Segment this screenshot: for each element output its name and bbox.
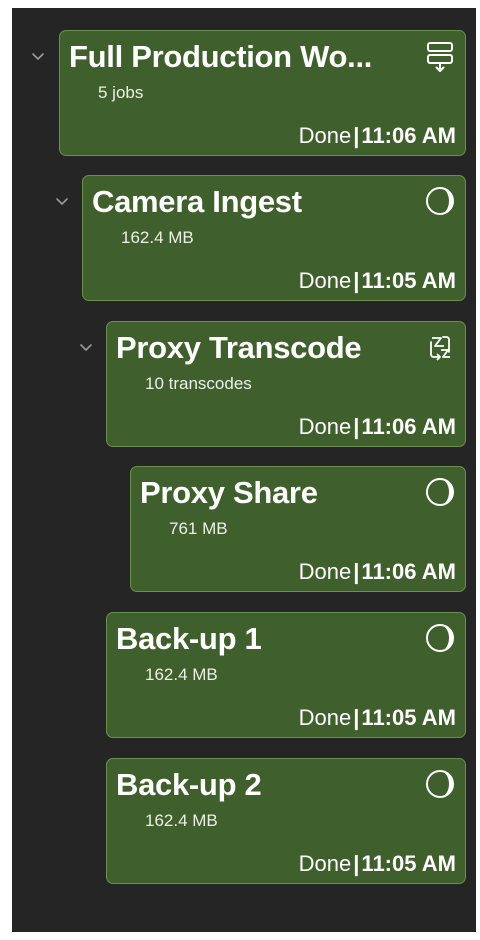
job-list-panel: Full Production Wo... 5 jobs Done|11:06 … (12, 8, 476, 932)
job-subtitle: 10 transcodes (145, 374, 252, 393)
job-title: Full Production Wo... (69, 39, 373, 74)
job-row-proxy-transcode: Proxy Transcode 10 transcodes Done|11:06… (78, 321, 466, 451)
job-status: Done|11:05 AM (299, 705, 456, 731)
job-row-backup-1: Back-up 1 162.4 MB Done|11:05 AM (102, 612, 466, 742)
status-separator: | (353, 414, 360, 439)
status-separator: | (353, 705, 360, 730)
job-subtitle: 162.4 MB (145, 665, 218, 684)
job-title: Proxy Share (140, 475, 318, 510)
job-title: Back-up 1 (116, 621, 262, 656)
job-status: Done|11:06 AM (299, 414, 456, 440)
status-time: 11:05 AM (361, 705, 456, 730)
status-separator: | (353, 559, 360, 584)
complete-circle-icon (423, 767, 457, 801)
status-time: 11:06 AM (361, 559, 456, 584)
status-label: Done (298, 559, 352, 584)
status-time: 11:05 AM (361, 851, 456, 876)
job-card[interactable]: Back-up 2 162.4 MB Done|11:05 AM (106, 758, 466, 884)
status-label: Done (298, 414, 352, 439)
job-subtitle: 162.4 MB (121, 228, 194, 247)
job-card[interactable]: Camera Ingest 162.4 MB Done|11:05 AM (82, 175, 466, 301)
job-card[interactable]: Back-up 1 162.4 MB Done|11:05 AM (106, 612, 466, 738)
chevron-down-icon[interactable] (78, 339, 94, 355)
job-status: Done|11:05 AM (299, 851, 456, 877)
status-label: Done (298, 705, 352, 730)
job-subtitle: 761 MB (169, 519, 228, 538)
status-time: 11:05 AM (361, 268, 456, 293)
job-status: Done|11:06 AM (299, 123, 456, 149)
status-time: 11:06 AM (361, 414, 456, 439)
status-label: Done (298, 268, 352, 293)
job-row-proxy-share: Proxy Share 761 MB Done|11:06 AM (126, 466, 466, 596)
job-title: Back-up 2 (116, 767, 262, 802)
job-card[interactable]: Proxy Share 761 MB Done|11:06 AM (130, 466, 466, 592)
complete-circle-icon (423, 621, 457, 655)
job-card[interactable]: Proxy Transcode 10 transcodes Done|11:06… (106, 321, 466, 447)
job-subtitle: 162.4 MB (145, 811, 218, 830)
status-separator: | (353, 851, 360, 876)
status-label: Done (298, 123, 352, 148)
complete-circle-icon (423, 475, 457, 509)
job-subtitle: 5 jobs (98, 83, 144, 102)
status-separator: | (353, 268, 360, 293)
status-separator: | (353, 123, 360, 148)
job-row-full-production: Full Production Wo... 5 jobs Done|11:06 … (30, 30, 466, 160)
job-row-backup-2: Back-up 2 162.4 MB Done|11:05 AM (102, 758, 466, 888)
workflow-icon (423, 39, 457, 73)
job-title: Proxy Transcode (116, 330, 362, 365)
chevron-down-icon[interactable] (54, 193, 70, 209)
job-row-camera-ingest: Camera Ingest 162.4 MB Done|11:05 AM (54, 175, 466, 305)
status-label: Done (298, 851, 352, 876)
job-card[interactable]: Full Production Wo... 5 jobs Done|11:06 … (59, 30, 466, 156)
status-time: 11:06 AM (361, 123, 456, 148)
complete-circle-icon (423, 184, 457, 218)
job-status: Done|11:06 AM (299, 559, 456, 585)
job-status: Done|11:05 AM (299, 268, 456, 294)
chevron-down-icon[interactable] (30, 48, 46, 64)
job-title: Camera Ingest (92, 184, 302, 219)
transcode-icon (423, 330, 457, 364)
